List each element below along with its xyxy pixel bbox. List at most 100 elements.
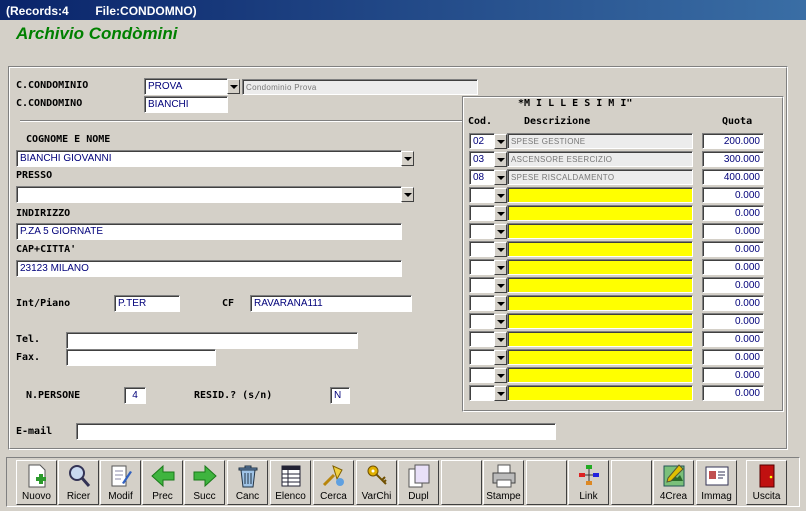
millesimi-cod-dropdown-icon[interactable] (494, 296, 507, 311)
toolbar-ricer-button[interactable]: Ricer (58, 460, 99, 505)
cf-input[interactable]: RAVARANA111 (250, 295, 412, 312)
email-input[interactable] (76, 423, 556, 440)
toolbar-immag-button[interactable]: Immag (696, 460, 737, 505)
millesimi-cod-dropdown-icon[interactable] (494, 278, 507, 293)
millesimi-cod-dropdown-icon[interactable] (494, 206, 507, 221)
condomino-input[interactable]: BIANCHI (144, 96, 228, 113)
toolbar-4crea-button[interactable]: 4Crea (653, 460, 694, 505)
millesimi-cod-input[interactable] (469, 349, 495, 365)
presso-dropdown-icon[interactable] (401, 187, 414, 202)
npersone-input[interactable]: 4 (124, 387, 146, 404)
millesimi-cod-dropdown-icon[interactable] (494, 350, 507, 365)
toolbar-elenco-button[interactable]: Elenco (270, 460, 311, 505)
toolbar-nuovo-button[interactable]: Nuovo (16, 460, 57, 505)
toolbar-button-label: Prec (152, 491, 173, 502)
col-cod-header: Cod. (468, 116, 493, 127)
fax-label: Fax. (16, 352, 41, 363)
millesimi-quota-input[interactable]: 200.000 (702, 133, 764, 149)
toolbar-empty-button[interactable] (611, 460, 652, 505)
millesimi-cod-input[interactable] (469, 205, 495, 221)
millesimi-quota-input[interactable]: 0.000 (702, 277, 764, 293)
toolbar-canc-button[interactable]: Canc (227, 460, 268, 505)
millesimi-quota-input[interactable]: 0.000 (702, 367, 764, 383)
cap-label: CAP+CITTA' (16, 244, 77, 255)
int-label: Int/Piano (16, 298, 71, 309)
cod-condominio-dropdown-icon[interactable] (227, 79, 240, 94)
millesimi-quota-input[interactable]: 0.000 (702, 241, 764, 257)
cognome-input[interactable]: BIANCHI GIOVANNI (16, 150, 402, 167)
millesimi-quota-input[interactable]: 0.000 (702, 187, 764, 203)
tel-input[interactable] (66, 332, 358, 349)
millesimi-cod-dropdown-icon[interactable] (494, 170, 507, 185)
millesimi-quota-input[interactable]: 300.000 (702, 151, 764, 167)
arrow-left-icon (143, 463, 182, 489)
millesimi-quota-input[interactable]: 0.000 (702, 313, 764, 329)
cap-input[interactable]: 23123 MILANO (16, 260, 402, 277)
cognome-dropdown-icon[interactable] (401, 151, 414, 166)
millesimi-quota-input[interactable]: 0.000 (702, 259, 764, 275)
toolbar-empty-button[interactable] (526, 460, 567, 505)
toolbar-varchi-button[interactable]: VarChi (356, 460, 397, 505)
toolbar-button-label: Canc (235, 491, 260, 502)
toolbar-button-label: Immag (701, 491, 732, 502)
fax-input[interactable] (66, 349, 216, 366)
toolbar-uscita-button[interactable]: Uscita (746, 460, 787, 505)
indirizzo-input[interactable]: P.ZA 5 GIORNATE (16, 223, 402, 240)
millesimi-cod-input[interactable] (469, 331, 495, 347)
email-label: E-mail (16, 426, 53, 437)
millesimi-quota-input[interactable]: 0.000 (702, 205, 764, 221)
toolbar-empty-button[interactable] (441, 460, 482, 505)
toolbar-cerca-button[interactable]: Cerca (313, 460, 354, 505)
millesimi-cod-input[interactable] (469, 385, 495, 401)
presso-input[interactable] (16, 186, 402, 203)
millesimi-cod-input[interactable] (469, 313, 495, 329)
toolbar-button-label: Ricer (66, 491, 91, 502)
millesimi-cod-input[interactable] (469, 259, 495, 275)
millesimi-cod-dropdown-icon[interactable] (494, 152, 507, 167)
toolbar-modif-button[interactable]: Modif (100, 460, 141, 505)
millesimi-cod-input[interactable]: 03 (469, 151, 495, 167)
millesimi-cod-dropdown-icon[interactable] (494, 368, 507, 383)
toolbar-button-label: Dupl (408, 491, 429, 502)
millesimi-desc-field (507, 385, 693, 401)
resid-input[interactable]: N (330, 387, 350, 404)
millesimi-cod-input[interactable]: 08 (469, 169, 495, 185)
millesimi-cod-dropdown-icon[interactable] (494, 386, 507, 401)
toolbar-link-button[interactable]: Link (568, 460, 609, 505)
millesimi-desc-field (507, 367, 693, 383)
millesimi-cod-input[interactable] (469, 241, 495, 257)
toolbar-stampe-button[interactable]: Stampe (483, 460, 524, 505)
millesimi-cod-input[interactable] (469, 295, 495, 311)
millesimi-quota-input[interactable]: 0.000 (702, 349, 764, 365)
indirizzo-label: INDIRIZZO (16, 208, 71, 219)
millesimi-cod-dropdown-icon[interactable] (494, 260, 507, 275)
millesimi-desc-field (507, 331, 693, 347)
cod-condominio-input[interactable]: PROVA (144, 78, 228, 95)
millesimi-cod-input[interactable] (469, 367, 495, 383)
millesimi-cod-input[interactable] (469, 187, 495, 203)
resid-label: RESID.? (s/n) (194, 390, 273, 401)
millesimi-cod-dropdown-icon[interactable] (494, 188, 507, 203)
millesimi-quota-input[interactable]: 0.000 (702, 385, 764, 401)
millesimi-quota-input[interactable]: 0.000 (702, 295, 764, 311)
millesimi-quota-input[interactable]: 400.000 (702, 169, 764, 185)
toolbar-succ-button[interactable]: Succ (184, 460, 225, 505)
millesimi-cod-dropdown-icon[interactable] (494, 314, 507, 329)
millesimi-cod-input[interactable] (469, 223, 495, 239)
millesimi-quota-input[interactable]: 0.000 (702, 223, 764, 239)
toolbar-button-label: Elenco (275, 491, 306, 502)
millesimi-cod-dropdown-icon[interactable] (494, 332, 507, 347)
millesimi-desc-field (507, 223, 693, 239)
millesimi-quota-input[interactable]: 0.000 (702, 331, 764, 347)
int-input[interactable]: P.TER (114, 295, 180, 312)
millesimi-cod-input[interactable]: 02 (469, 133, 495, 149)
millesimi-cod-dropdown-icon[interactable] (494, 224, 507, 239)
millesimi-cod-input[interactable] (469, 277, 495, 293)
millesimi-cod-dropdown-icon[interactable] (494, 134, 507, 149)
millesimi-desc-field: SPESE GESTIONE (507, 133, 693, 149)
toolbar-button-label: Stampe (486, 491, 521, 502)
toolbar-dupl-button[interactable]: Dupl (398, 460, 439, 505)
create-icon (654, 463, 693, 489)
millesimi-cod-dropdown-icon[interactable] (494, 242, 507, 257)
toolbar-prec-button[interactable]: Prec (142, 460, 183, 505)
